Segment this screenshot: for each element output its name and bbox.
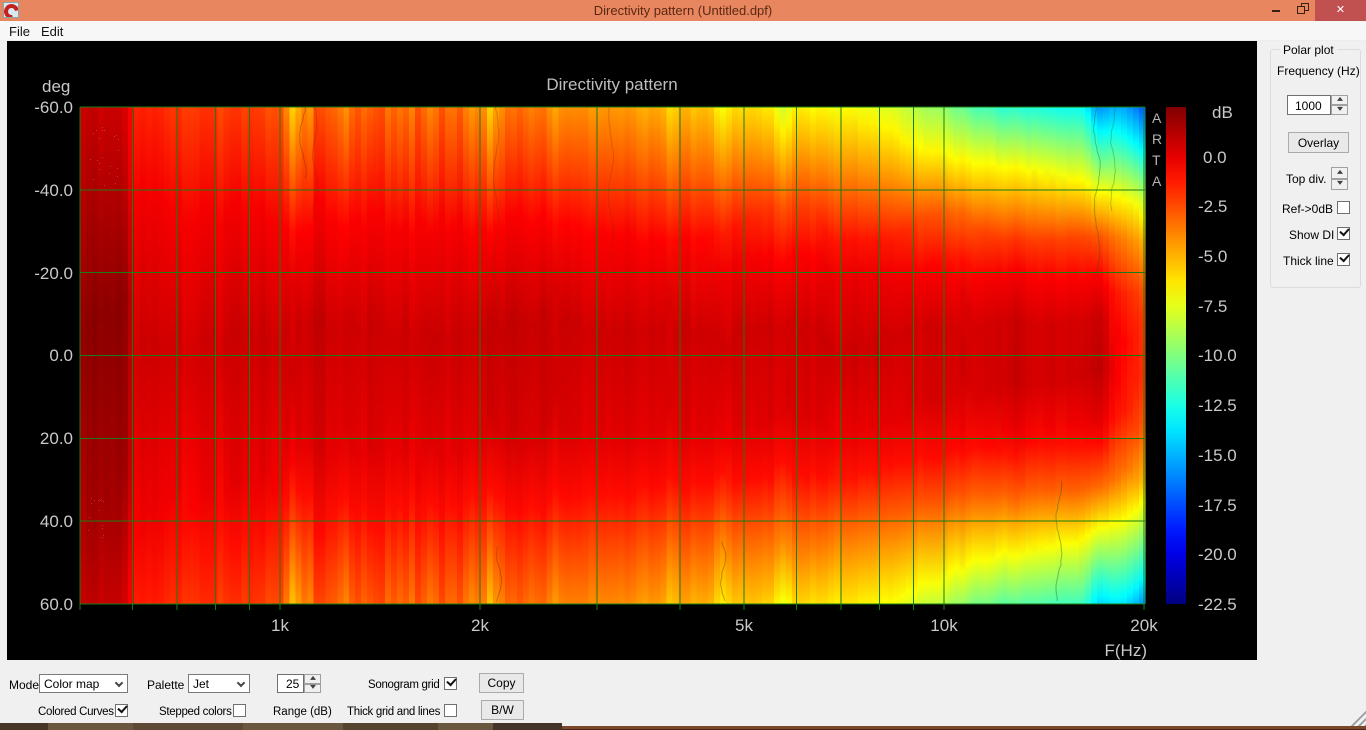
- svg-text:-20.0: -20.0: [34, 264, 73, 283]
- svg-text:-2.5: -2.5: [1198, 197, 1227, 216]
- svg-text:2k: 2k: [471, 616, 489, 635]
- svg-text:Directivity pattern: Directivity pattern: [546, 75, 677, 94]
- svg-text:0.0: 0.0: [49, 346, 73, 365]
- svg-text:60.0: 60.0: [40, 595, 73, 614]
- svg-text:-15.0: -15.0: [1198, 446, 1237, 465]
- svg-text:-7.5: -7.5: [1198, 297, 1227, 316]
- svg-text:dB: dB: [1212, 103, 1233, 122]
- svg-text:20k: 20k: [1130, 616, 1158, 635]
- svg-text:10k: 10k: [930, 616, 958, 635]
- svg-text:40.0: 40.0: [40, 512, 73, 531]
- svg-text:deg: deg: [42, 77, 70, 96]
- svg-text:-12.5: -12.5: [1198, 396, 1237, 415]
- svg-text:-60.0: -60.0: [34, 98, 73, 117]
- svg-text:1k: 1k: [271, 616, 289, 635]
- svg-text:T: T: [1152, 152, 1161, 168]
- svg-text:-22.5: -22.5: [1198, 595, 1237, 614]
- svg-text:-10.0: -10.0: [1198, 346, 1237, 365]
- svg-text:5k: 5k: [735, 616, 753, 635]
- svg-text:R: R: [1152, 131, 1162, 147]
- svg-text:-40.0: -40.0: [34, 181, 73, 200]
- svg-text:A: A: [1152, 173, 1162, 189]
- svg-text:-5.0: -5.0: [1198, 247, 1227, 266]
- svg-text:-17.5: -17.5: [1198, 496, 1237, 515]
- svg-text:-20.0: -20.0: [1198, 545, 1237, 564]
- svg-text:A: A: [1152, 110, 1162, 126]
- svg-text:F(Hz): F(Hz): [1105, 641, 1147, 660]
- svg-text:20.0: 20.0: [40, 429, 73, 448]
- svg-text:0.0: 0.0: [1203, 148, 1227, 167]
